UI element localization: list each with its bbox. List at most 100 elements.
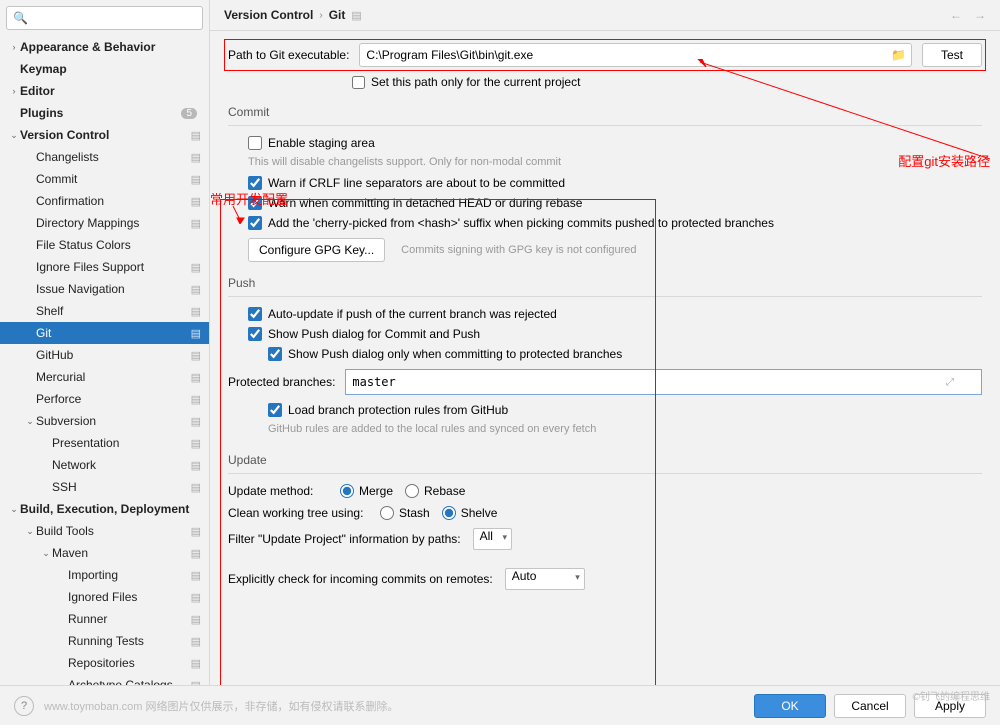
sidebar-item-importing[interactable]: Importing▤ [0, 564, 209, 586]
gear-icon: ▤ [191, 371, 201, 384]
sidebar-item-label: Commit [36, 172, 191, 186]
sidebar-item-running-tests[interactable]: Running Tests▤ [0, 630, 209, 652]
add-cherry-checkbox[interactable] [248, 216, 262, 230]
gear-icon: ▤ [191, 327, 201, 340]
test-button[interactable]: Test [922, 43, 982, 67]
sidebar-item-issue-navigation[interactable]: Issue Navigation▤ [0, 278, 209, 300]
sidebar-item-label: Git [36, 326, 191, 340]
sidebar-item-changelists[interactable]: Changelists▤ [0, 146, 209, 168]
sidebar-item-label: Changelists [36, 150, 191, 164]
nav-back-icon[interactable]: ← [950, 8, 962, 22]
sidebar-item-confirmation[interactable]: Confirmation▤ [0, 190, 209, 212]
gear-icon: ▤ [191, 217, 201, 230]
enable-staging-checkbox[interactable] [248, 136, 262, 150]
rebase-radio[interactable] [405, 484, 419, 498]
set-path-project-row: Set this path only for the current proje… [352, 75, 982, 89]
sidebar-item-git[interactable]: Git▤ [0, 322, 209, 344]
commit-section-title: Commit [228, 105, 982, 119]
expand-icon[interactable]: ⤢ [946, 377, 954, 388]
sidebar-item-archetype-catalogs[interactable]: Archetype Catalogs▤ [0, 674, 209, 685]
git-path-input[interactable] [359, 43, 912, 67]
nav-forward-icon[interactable]: → [974, 8, 986, 22]
sidebar-item-build-tools[interactable]: ⌄Build Tools▤ [0, 520, 209, 542]
sidebar-item-label: Directory Mappings [36, 216, 191, 230]
configure-gpg-button[interactable]: Configure GPG Key... [248, 238, 385, 262]
sidebar-item-directory-mappings[interactable]: Directory Mappings▤ [0, 212, 209, 234]
sidebar-item-label: Appearance & Behavior [20, 40, 201, 54]
caret-icon: › [8, 42, 20, 52]
sidebar-item-label: Network [52, 458, 191, 472]
search-input[interactable] [32, 12, 196, 24]
settings-content: Version Control › Git ▤ ← → Path to Git … [210, 0, 1000, 685]
gear-icon: ▤ [191, 569, 201, 582]
gear-icon: ▤ [191, 173, 201, 186]
sidebar-item-label: Maven [52, 546, 191, 560]
search-icon: 🔍 [13, 11, 28, 25]
sidebar-item-perforce[interactable]: Perforce▤ [0, 388, 209, 410]
sidebar-item-runner[interactable]: Runner▤ [0, 608, 209, 630]
gear-icon: ▤ [191, 283, 201, 296]
sidebar-item-build-execution-deployment[interactable]: ⌄Build, Execution, Deployment [0, 498, 209, 520]
sidebar-item-ignored-files[interactable]: Ignored Files▤ [0, 586, 209, 608]
stash-radio[interactable] [380, 506, 394, 520]
cancel-button[interactable]: Cancel [834, 694, 906, 718]
gear-icon: ▤ [351, 9, 361, 22]
sidebar-item-label: GitHub [36, 348, 191, 362]
git-path-row: Path to Git executable: 📁 Test [228, 43, 982, 67]
watermark-text: www.toymoban.com 网络图片仅供展示，非存储，如有侵权请联系删除。 [44, 698, 398, 714]
filter-paths-select[interactable]: All [473, 528, 512, 550]
gear-icon: ▤ [191, 305, 201, 318]
clean-tree-label: Clean working tree using: [228, 506, 368, 520]
sidebar-item-shelf[interactable]: Shelf▤ [0, 300, 209, 322]
shelve-radio[interactable] [442, 506, 456, 520]
set-path-project-checkbox[interactable] [352, 76, 365, 89]
explicit-check-select[interactable]: Auto [505, 568, 585, 590]
folder-icon[interactable]: 📁 [891, 48, 906, 62]
sidebar-item-plugins[interactable]: Plugins5 [0, 102, 209, 124]
settings-sidebar: 🔍 ›Appearance & Behavior Keymap ›EditorPlu… [0, 0, 210, 685]
sidebar-item-network[interactable]: Network▤ [0, 454, 209, 476]
breadcrumb-parent[interactable]: Version Control [224, 8, 313, 22]
show-push-protected-checkbox[interactable] [268, 347, 282, 361]
sidebar-item-mercurial[interactable]: Mercurial▤ [0, 366, 209, 388]
sidebar-item-label: Keymap [20, 62, 201, 76]
sidebar-item-editor[interactable]: ›Editor [0, 80, 209, 102]
sidebar-item-github[interactable]: GitHub▤ [0, 344, 209, 366]
staging-hint: This will disable changelists support. O… [248, 156, 982, 168]
load-branch-checkbox[interactable] [268, 403, 282, 417]
ok-button[interactable]: OK [754, 694, 826, 718]
sidebar-item-ignore-files-support[interactable]: Ignore Files Support▤ [0, 256, 209, 278]
gear-icon: ▤ [191, 151, 201, 164]
sidebar-item-label: Shelf [36, 304, 191, 318]
update-section-title: Update [228, 453, 982, 467]
explicit-check-label: Explicitly check for incoming commits on… [228, 572, 493, 586]
sidebar-item-maven[interactable]: ⌄Maven▤ [0, 542, 209, 564]
gear-icon: ▤ [191, 349, 201, 362]
search-box[interactable]: 🔍 [6, 6, 203, 30]
breadcrumb: Version Control › Git ▤ ← → [210, 0, 1000, 31]
merge-radio[interactable] [340, 484, 354, 498]
sidebar-item-ssh[interactable]: SSH▤ [0, 476, 209, 498]
sidebar-item-repositories[interactable]: Repositories▤ [0, 652, 209, 674]
sidebar-item-appearance-behavior[interactable]: ›Appearance & Behavior [0, 36, 209, 58]
show-push-checkbox[interactable] [248, 327, 262, 341]
sidebar-item-commit[interactable]: Commit▤ [0, 168, 209, 190]
auto-update-checkbox[interactable] [248, 307, 262, 321]
gear-icon: ▤ [191, 393, 201, 406]
sidebar-item-file-status-colors[interactable]: File Status Colors [0, 234, 209, 256]
warn-crlf-checkbox[interactable] [248, 176, 262, 190]
sidebar-item-keymap[interactable]: Keymap [0, 58, 209, 80]
protected-branches-input[interactable] [345, 369, 982, 395]
sidebar-item-label: Runner [68, 612, 191, 626]
sidebar-item-version-control[interactable]: ⌄Version Control▤ [0, 124, 209, 146]
caret-icon: ⌄ [8, 504, 20, 515]
gpg-hint: Commits signing with GPG key is not conf… [401, 244, 636, 256]
warn-detached-checkbox[interactable] [248, 196, 262, 210]
sidebar-item-presentation[interactable]: Presentation▤ [0, 432, 209, 454]
help-icon[interactable]: ? [14, 696, 34, 716]
gear-icon: ▤ [191, 525, 201, 538]
sidebar-item-subversion[interactable]: ⌄Subversion▤ [0, 410, 209, 432]
update-method-label: Update method: [228, 484, 328, 498]
sidebar-item-label: Build, Execution, Deployment [20, 502, 201, 516]
gear-icon: ▤ [191, 635, 201, 648]
